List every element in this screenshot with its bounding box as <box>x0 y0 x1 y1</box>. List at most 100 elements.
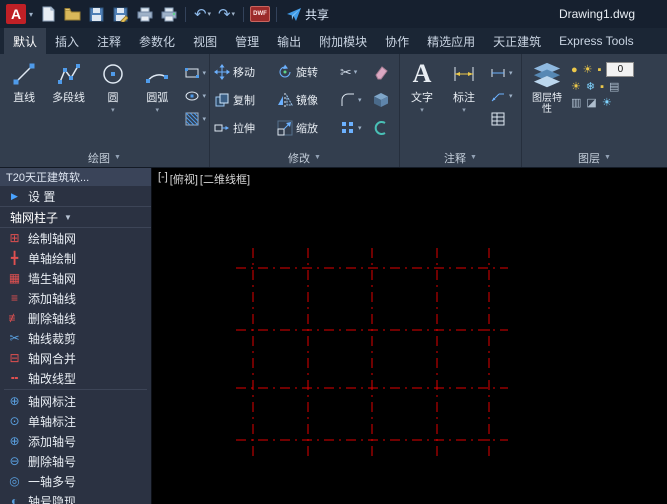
tab-express-tools[interactable]: Express Tools <box>550 28 642 54</box>
print-icon <box>137 7 153 22</box>
draw-axis-grid-icon: ⊞ <box>7 231 22 245</box>
3d-tool-button[interactable] <box>373 92 395 108</box>
layer-properties-button[interactable]: 图层特性 <box>525 58 569 148</box>
stretch-button[interactable]: 拉伸 <box>214 120 274 136</box>
app-logo: A <box>11 6 21 22</box>
share-button[interactable]: 共享 <box>287 6 329 23</box>
palette-item-wall-to-grid[interactable]: ▦ 墙生轴网 <box>0 268 151 288</box>
panel-label-annotate[interactable]: 注释 ▼ <box>400 148 521 167</box>
tab-tarch[interactable]: 天正建筑 <box>484 28 550 54</box>
new-file-button[interactable] <box>38 3 59 25</box>
mirror-button[interactable]: 镜像 <box>277 92 337 108</box>
palette-section-axis-grid-column[interactable]: 轴网柱子 ▼ <box>0 206 151 228</box>
linear-dimension-button[interactable]: ▾ <box>490 65 513 81</box>
save-as-button[interactable] <box>110 3 131 25</box>
palette-item-axis-number-visibility[interactable]: ◐ 轴号隐现 <box>0 491 151 504</box>
leader-button[interactable]: ▾ <box>490 88 513 104</box>
redo-button[interactable]: ↷▾ <box>216 3 237 25</box>
tab-output[interactable]: 输出 <box>268 28 310 54</box>
trim-caret-icon: ▾ <box>354 68 358 76</box>
hatch-tool-button[interactable]: ▾ <box>184 111 207 127</box>
tab-view[interactable]: 视图 <box>184 28 226 54</box>
polyline-button[interactable]: 多段线 <box>47 58 89 148</box>
trim-button[interactable]: ✂ ▾ <box>340 65 370 79</box>
layer-match-icon[interactable]: ▥ <box>571 97 581 109</box>
merge-axis-grid-icon: ⊟ <box>7 351 22 365</box>
stretch-icon <box>214 120 230 136</box>
layer-plot-icon[interactable]: ▤ <box>609 81 619 93</box>
app-menu-button[interactable]: A <box>6 4 26 24</box>
drawing-viewport[interactable]: [-] [俯视] [二维线框] <box>152 168 667 504</box>
palette-item-axis-grid-dimension[interactable]: ⊕ 轴网标注 <box>0 391 151 411</box>
single-axis-dimension-icon: ⊙ <box>7 414 22 428</box>
palette-item-draw-axis-grid[interactable]: ⊞ 绘制轴网 <box>0 228 151 248</box>
rectangle-tool-button[interactable]: ▾ <box>184 65 207 81</box>
open-folder-button[interactable] <box>62 3 83 25</box>
panel-label-modify[interactable]: 修改 ▼ <box>210 148 399 167</box>
delete-axis-number-icon: ⊖ <box>7 454 22 468</box>
section-label: 轴网柱子 <box>10 209 58 226</box>
offset-button[interactable] <box>373 120 395 136</box>
save-button[interactable] <box>86 3 107 25</box>
fillet-button[interactable]: ▾ <box>340 92 370 108</box>
viewport-view-control[interactable]: [俯视] <box>169 171 199 187</box>
tab-addins[interactable]: 附加模块 <box>310 28 376 54</box>
array-button[interactable]: ▾ <box>340 120 370 136</box>
palette-item-add-axis-line[interactable]: ≡ 添加轴线 <box>0 288 151 308</box>
viewport-visual-style-control[interactable]: [二维线框] <box>199 171 251 187</box>
layer-fade-icon[interactable]: ☀ <box>602 97 612 109</box>
palette-item-delete-axis-line[interactable]: ≢ 删除轴线 <box>0 308 151 328</box>
titlebar-separator <box>276 7 277 22</box>
layer-thaw-icon[interactable]: ☀ <box>571 81 581 93</box>
palette-item-single-axis-draw[interactable]: ╋ 单轴绘制 <box>0 248 151 268</box>
copy-button[interactable]: 复制 <box>214 92 274 108</box>
palette-item-trim-axis-line[interactable]: ✂ 轴线裁剪 <box>0 328 151 348</box>
tab-collaborate[interactable]: 协作 <box>376 28 418 54</box>
erase-button[interactable] <box>373 64 395 80</box>
panel-annotate: A 文字 ▾ 标注 ▾ ▾ ▾ <box>400 54 522 167</box>
panel-label-draw[interactable]: 绘图 ▼ <box>0 148 209 167</box>
palette-settings-item[interactable]: ▶ 设 置 <box>0 186 151 206</box>
text-button[interactable]: A 文字 ▾ <box>403 58 441 148</box>
palette-title-bar[interactable]: T20天正建筑软... <box>0 168 151 186</box>
palette-item-change-axis-linetype[interactable]: ╍ 轴改线型 <box>0 368 151 388</box>
layer-sun-icon[interactable]: ☀ <box>583 64 593 76</box>
app-menu-caret-icon[interactable]: ▾ <box>29 10 33 19</box>
layer-bulb-icon[interactable]: ● <box>571 64 578 76</box>
palette-item-delete-axis-number[interactable]: ⊖ 删除轴号 <box>0 451 151 471</box>
rotate-button[interactable]: 旋转 <box>277 64 337 80</box>
print-button[interactable] <box>134 3 155 25</box>
palette-item-single-axis-dimension[interactable]: ⊙ 单轴标注 <box>0 411 151 431</box>
palette-item-merge-axis-grid[interactable]: ⊟ 轴网合并 <box>0 348 151 368</box>
tab-insert[interactable]: 插入 <box>46 28 88 54</box>
tab-manage[interactable]: 管理 <box>226 28 268 54</box>
dimension-button[interactable]: 标注 ▾ <box>443 58 485 148</box>
tarch-palette: T20天正建筑软... ▶ 设 置 轴网柱子 ▼ ⊞ 绘制轴网 ╋ 单轴绘制 ▦… <box>0 168 152 504</box>
dwf-badge-icon[interactable]: DWF <box>250 6 270 22</box>
scale-button[interactable]: 缩放 <box>277 120 337 136</box>
circle-button[interactable]: 圆 ▾ <box>92 58 134 148</box>
undo-button[interactable]: ↶▾ <box>192 3 213 25</box>
tab-default[interactable]: 默认 <box>4 28 46 54</box>
viewport-minimize-control[interactable]: [-] <box>157 171 169 187</box>
plot-button[interactable] <box>158 3 179 25</box>
palette-divider <box>4 389 147 390</box>
current-layer-select[interactable]: 0 <box>606 62 634 77</box>
palette-item-one-axis-multi-number[interactable]: ◎ 一轴多号 <box>0 471 151 491</box>
layer-freeze-icon[interactable]: ❄ <box>586 81 595 93</box>
tab-featured-apps[interactable]: 精选应用 <box>418 28 484 54</box>
palette-item-add-axis-number[interactable]: ⊕ 添加轴号 <box>0 431 151 451</box>
tab-parametric[interactable]: 参数化 <box>130 28 184 54</box>
layer-lock-icon[interactable]: ▪ <box>598 64 602 76</box>
table-button[interactable] <box>490 111 513 127</box>
arc-button[interactable]: 圆弧 ▾ <box>136 58 178 148</box>
layer-isolate-icon[interactable]: ◪ <box>586 97 596 109</box>
move-button[interactable]: 移动 <box>214 64 274 80</box>
ellipse-tool-button[interactable]: ▾ <box>184 88 207 104</box>
item-label: 添加轴号 <box>28 433 76 450</box>
leader-caret-icon: ▾ <box>509 92 513 100</box>
panel-label-layers[interactable]: 图层 ▼ <box>522 148 667 167</box>
tab-annotate[interactable]: 注释 <box>88 28 130 54</box>
layer-unlock-icon[interactable]: ▪ <box>600 81 604 93</box>
line-button[interactable]: 直线 <box>3 58 45 148</box>
